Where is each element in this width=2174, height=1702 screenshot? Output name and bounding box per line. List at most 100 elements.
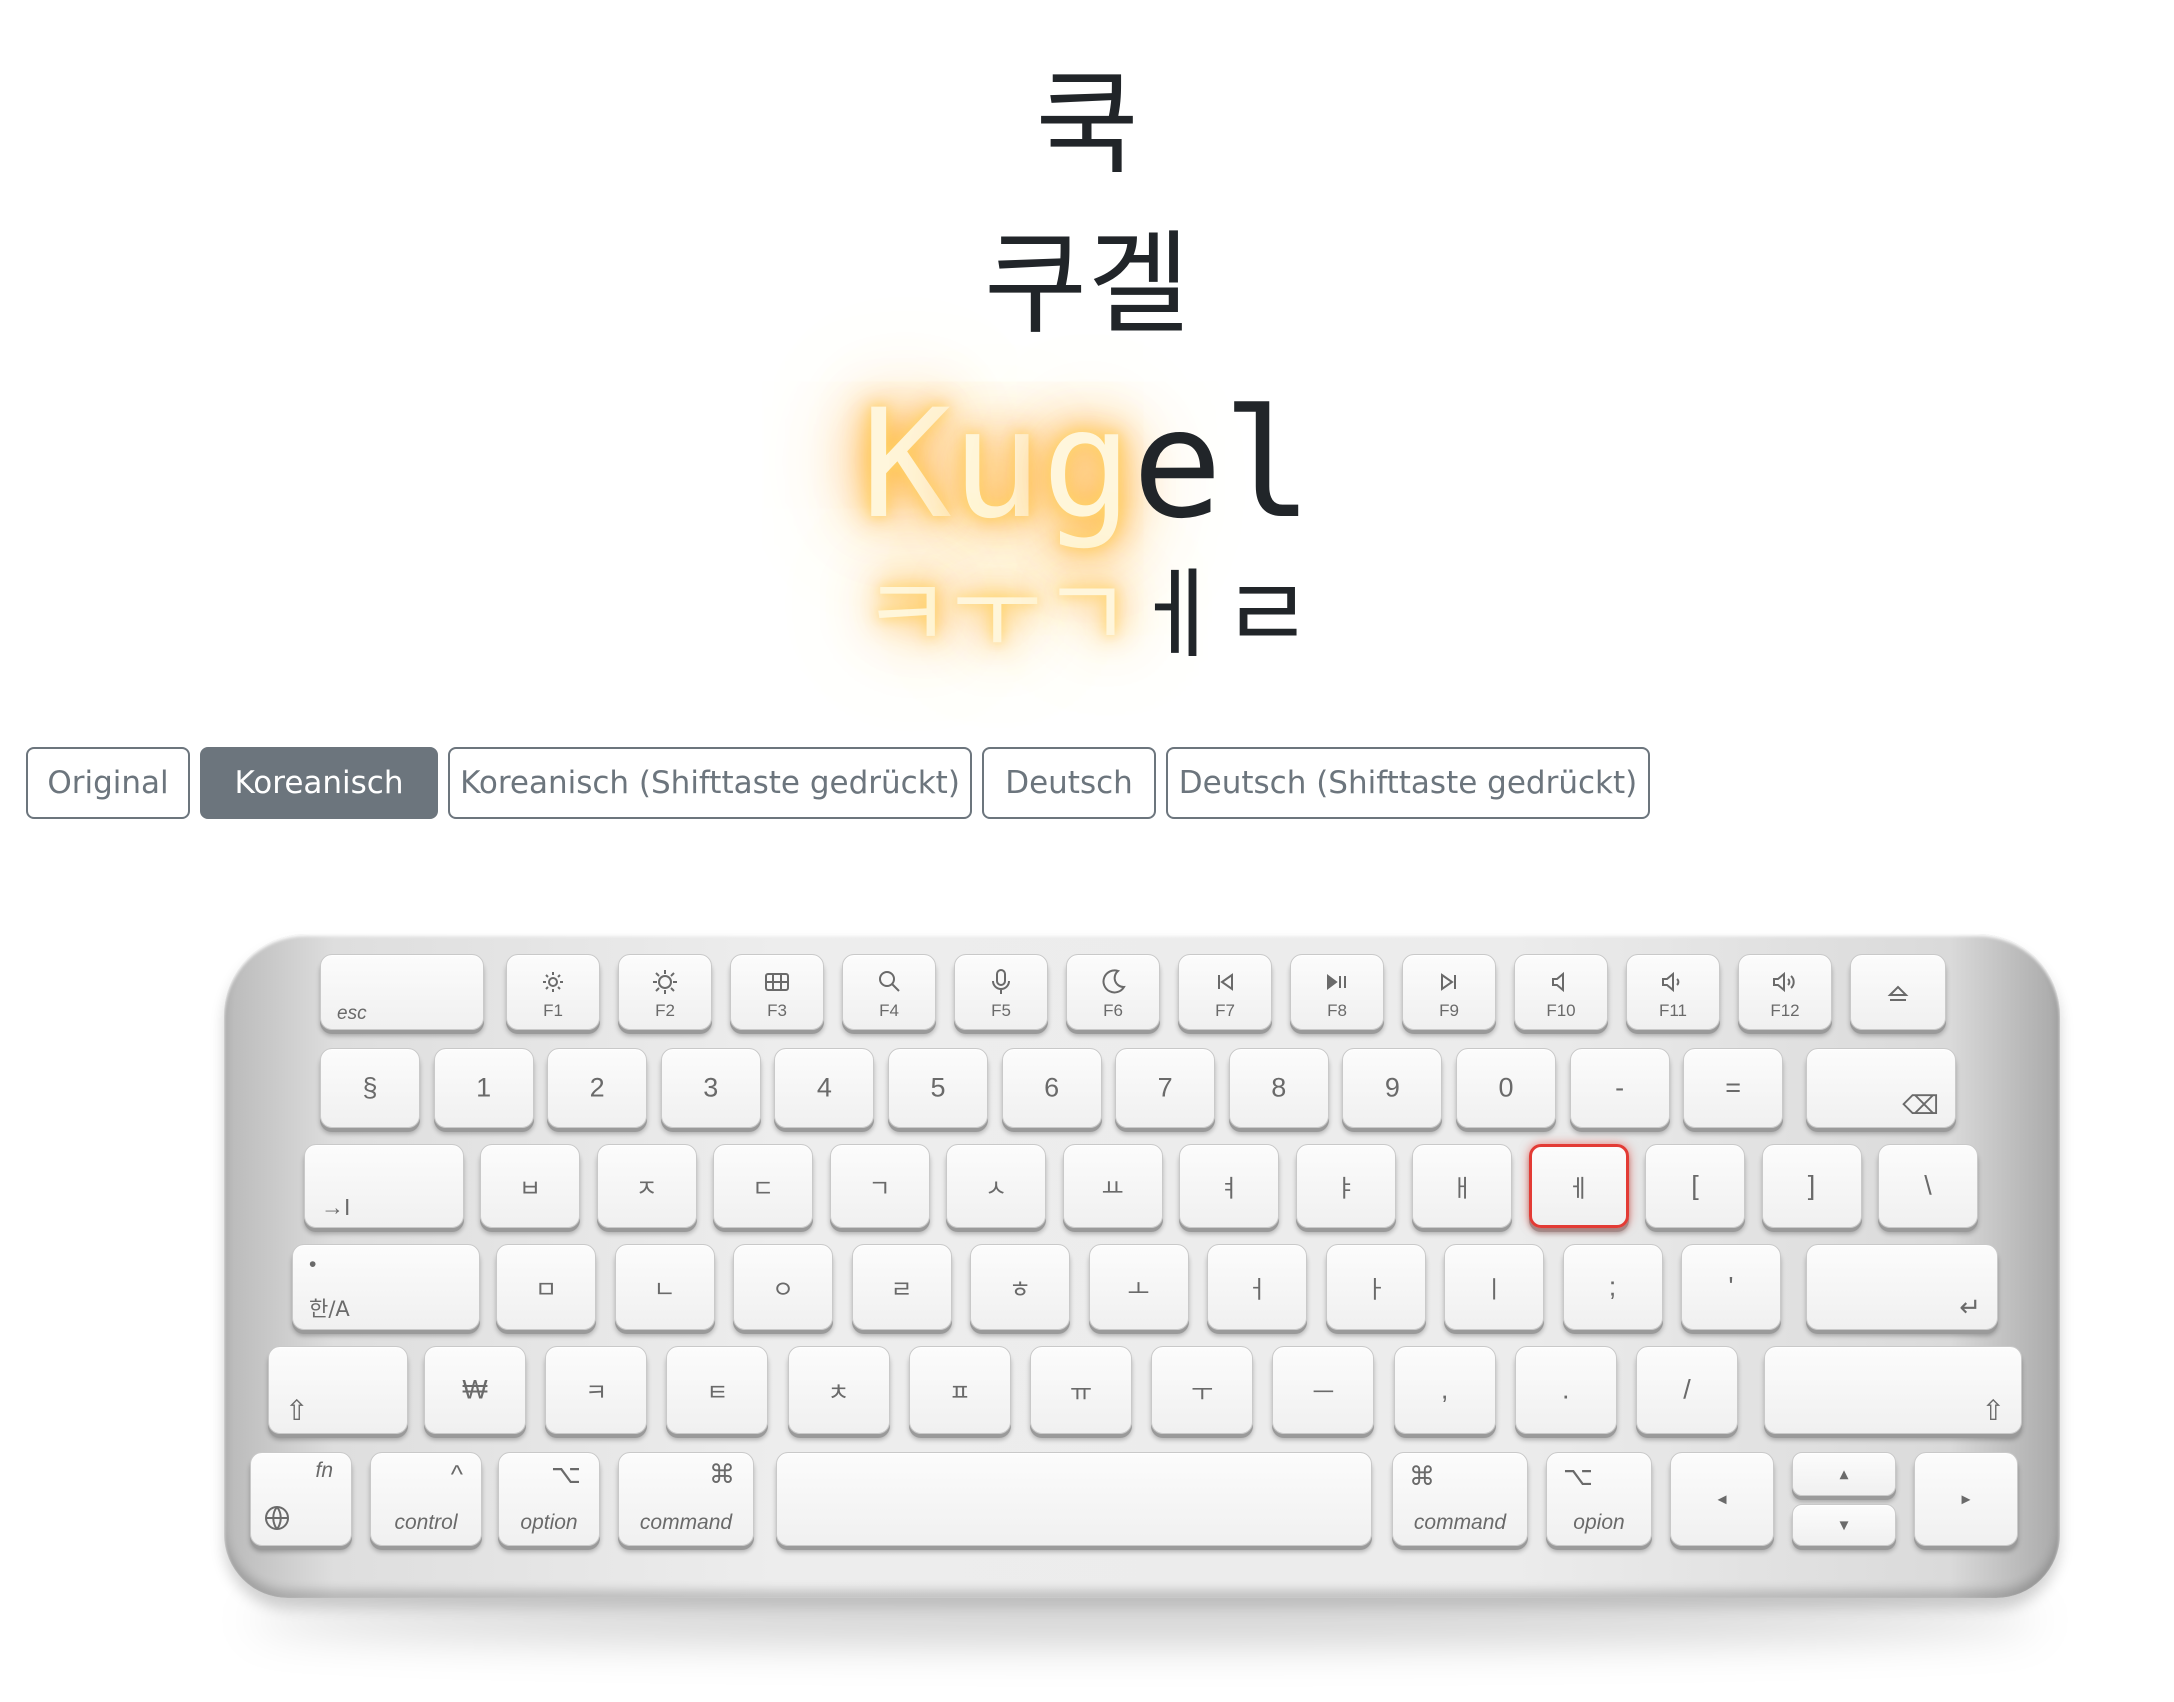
num-row-key[interactable]: 7: [1115, 1048, 1216, 1128]
q-row-key[interactable]: ㄱ: [829, 1144, 930, 1228]
f7-key[interactable]: F7: [1178, 954, 1272, 1030]
num-row-key[interactable]: §: [320, 1048, 420, 1128]
jamo-word: ㅋㅜㄱㅔㄹ: [0, 560, 2174, 670]
jamo-letter: ㅋ: [861, 558, 952, 672]
right-option-key[interactable]: ⌥ opion: [1546, 1452, 1652, 1546]
z-row-key[interactable]: ㅋ: [545, 1346, 648, 1434]
caps-lock-indicator: •: [309, 1253, 317, 1276]
korean-shift-button[interactable]: Koreanisch (Shifttaste gedrückt): [448, 747, 972, 819]
eject-key[interactable]: [1850, 954, 1946, 1030]
f4-key[interactable]: F4: [842, 954, 936, 1030]
z-row-key[interactable]: ㅠ: [1030, 1346, 1132, 1434]
q-row-key[interactable]: ㅕ: [1179, 1144, 1279, 1228]
a-row-key[interactable]: ㅎ: [970, 1244, 1070, 1330]
original-button[interactable]: Original: [26, 747, 190, 819]
num-row-key[interactable]: 2: [547, 1048, 648, 1128]
a-row-key[interactable]: ㅇ: [733, 1244, 833, 1330]
german-button[interactable]: Deutsch: [982, 747, 1156, 819]
a-row-key[interactable]: ㅗ: [1088, 1244, 1189, 1330]
brightness-up-icon: [619, 967, 711, 997]
arrow-right-key[interactable]: ▸: [1914, 1452, 2018, 1546]
key-label: ㅛ: [1101, 1174, 1124, 1203]
mute-icon: [1515, 967, 1607, 997]
z-row-key[interactable]: ㅍ: [908, 1346, 1011, 1434]
control-key[interactable]: ^ control: [370, 1452, 482, 1546]
num-row-key[interactable]: 9: [1342, 1048, 1443, 1128]
z-row-key[interactable]: ㅊ: [787, 1346, 890, 1434]
highlighted-key[interactable]: ㅔ: [1528, 1144, 1629, 1228]
z-row-key[interactable]: /: [1636, 1346, 1738, 1434]
left-option-key[interactable]: ⌥ option: [498, 1452, 600, 1546]
f5-key[interactable]: F5: [954, 954, 1048, 1030]
f2-key[interactable]: F2: [618, 954, 712, 1030]
arrow-up-key[interactable]: ▴: [1792, 1452, 1896, 1496]
q-row-key[interactable]: \: [1878, 1144, 1978, 1228]
tab-icon: →I: [321, 1194, 351, 1220]
q-row-key[interactable]: ㅅ: [946, 1144, 1046, 1228]
key-label: §: [362, 1072, 378, 1103]
latin-letter: u: [951, 378, 1042, 552]
z-row-key[interactable]: ,: [1393, 1346, 1496, 1434]
key-label: \: [1924, 1170, 1932, 1201]
tab-key[interactable]: →I: [304, 1144, 464, 1228]
korean-button[interactable]: Koreanisch: [200, 747, 438, 819]
key-label: ㅁ: [534, 1275, 558, 1304]
q-row-key[interactable]: ㄷ: [713, 1144, 813, 1228]
a-row-key[interactable]: ㄴ: [614, 1244, 715, 1330]
key-label: ㅐ: [1450, 1174, 1474, 1203]
right-command-key[interactable]: ⌘ command: [1392, 1452, 1528, 1546]
q-row-key[interactable]: ㅈ: [596, 1144, 697, 1228]
z-row-key[interactable]: ㅌ: [666, 1346, 769, 1434]
q-row-key[interactable]: ㅂ: [480, 1144, 580, 1228]
num-row-key[interactable]: 0: [1456, 1048, 1556, 1128]
german-shift-button[interactable]: Deutsch (Shifttaste gedrückt): [1166, 747, 1650, 819]
delete-key[interactable]: ⌫: [1806, 1048, 1956, 1128]
num-row-key[interactable]: 6: [1001, 1048, 1102, 1128]
space-key[interactable]: [776, 1452, 1372, 1546]
num-row-key[interactable]: 4: [774, 1048, 875, 1128]
return-key[interactable]: ↵: [1806, 1244, 1998, 1330]
f1-key[interactable]: F1: [506, 954, 600, 1030]
a-row-key[interactable]: ㅓ: [1207, 1244, 1307, 1330]
q-row-key[interactable]: [: [1645, 1144, 1745, 1228]
composed-word: 쿠겔: [983, 220, 1191, 350]
q-row-key[interactable]: ㅐ: [1412, 1144, 1512, 1228]
q-row-key[interactable]: ]: [1761, 1144, 1862, 1228]
f11-key[interactable]: F11: [1626, 954, 1720, 1030]
f9-key[interactable]: F9: [1402, 954, 1496, 1030]
a-row-key[interactable]: ;: [1562, 1244, 1663, 1330]
esc-key[interactable]: esc: [320, 954, 484, 1030]
key-label: 9: [1384, 1072, 1400, 1103]
right-shift-key[interactable]: ⇧: [1764, 1346, 2022, 1434]
arrow-down-key[interactable]: ▾: [1792, 1504, 1896, 1546]
f12-key[interactable]: F12: [1738, 954, 1832, 1030]
a-row-key[interactable]: ㄹ: [851, 1244, 952, 1330]
a-row-key[interactable]: ㅏ: [1325, 1244, 1426, 1330]
caps-lock-key[interactable]: • 한/A: [292, 1244, 480, 1330]
f8-key[interactable]: F8: [1290, 954, 1384, 1030]
fn-key[interactable]: fn: [250, 1452, 352, 1546]
f6-key[interactable]: F6: [1066, 954, 1160, 1030]
left-shift-key[interactable]: ⇧: [268, 1346, 408, 1434]
num-row-key[interactable]: 3: [660, 1048, 761, 1128]
a-row-key[interactable]: ': [1681, 1244, 1781, 1330]
z-row-key[interactable]: ㅜ: [1151, 1346, 1254, 1434]
f3-key[interactable]: F3: [730, 954, 824, 1030]
key-label: ㅋ: [585, 1378, 608, 1407]
f10-key[interactable]: F10: [1514, 954, 1608, 1030]
shift-icon: ⇧: [1981, 1395, 2005, 1426]
a-row-key[interactable]: ㅁ: [496, 1244, 596, 1330]
a-row-key[interactable]: ㅣ: [1444, 1244, 1544, 1330]
num-row-key[interactable]: -: [1569, 1048, 1670, 1128]
num-row-key[interactable]: 8: [1228, 1048, 1329, 1128]
z-row-key[interactable]: ㅡ: [1272, 1346, 1375, 1434]
num-row-key[interactable]: 5: [888, 1048, 988, 1128]
arrow-left-key[interactable]: ◂: [1670, 1452, 1774, 1546]
z-row-key[interactable]: ₩: [424, 1346, 526, 1434]
num-row-key[interactable]: =: [1683, 1048, 1784, 1128]
q-row-key[interactable]: ㅑ: [1295, 1144, 1396, 1228]
left-command-key[interactable]: ⌘ command: [618, 1452, 754, 1546]
z-row-key[interactable]: .: [1514, 1346, 1617, 1434]
num-row-key[interactable]: 1: [433, 1048, 534, 1128]
q-row-key[interactable]: ㅛ: [1062, 1144, 1163, 1228]
